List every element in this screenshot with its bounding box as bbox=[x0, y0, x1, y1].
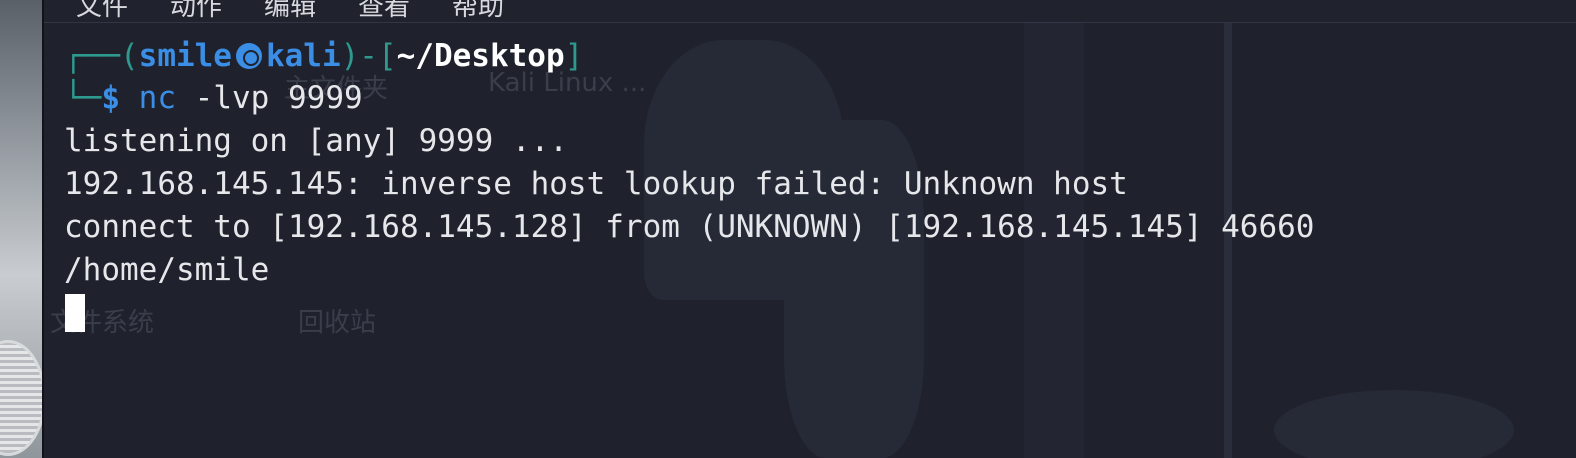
prompt-path: ~/Desktop bbox=[396, 38, 565, 74]
command-args: -lvp 9999 bbox=[194, 80, 363, 116]
menu-bar: 文件 动作 编辑 查看 帮助 bbox=[44, 0, 1576, 23]
prompt-line-2: └─$ nc -lvp 9999 bbox=[64, 78, 363, 118]
menu-help[interactable]: 帮助 bbox=[452, 0, 504, 23]
menu-edit[interactable]: 编辑 bbox=[264, 0, 316, 23]
prompt-line-1: ┌──(smile kali)-[~/Desktop] bbox=[64, 36, 583, 76]
terminal-cursor bbox=[65, 294, 85, 332]
desktop-wallpaper-fan bbox=[0, 340, 46, 456]
desktop-ghost-label: 回收站 bbox=[298, 308, 377, 338]
terminal-window[interactable]: 文件 动作 编辑 查看 帮助 主文件夹 Kali Linux ... 文件系统 … bbox=[42, 0, 1576, 458]
menu-actions[interactable]: 动作 bbox=[170, 0, 222, 23]
prompt-frame-open: ┌──( bbox=[64, 38, 139, 74]
prompt-user: smile bbox=[138, 38, 232, 74]
prompt-frame-down: └─ bbox=[64, 80, 102, 116]
output-line: /home/smile bbox=[64, 252, 270, 288]
prompt-frame-mid: )-[ bbox=[340, 38, 397, 74]
prompt-host: kali bbox=[265, 38, 341, 74]
prompt-symbol: $ bbox=[101, 80, 120, 116]
output-line: connect to [192.168.145.128] from (UNKNO… bbox=[64, 209, 1315, 245]
menu-file[interactable]: 文件 bbox=[76, 0, 128, 23]
prompt-frame-close: ] bbox=[564, 38, 584, 74]
menu-view[interactable]: 查看 bbox=[358, 0, 410, 23]
desktop-background-strip bbox=[0, 0, 46, 458]
kali-icon bbox=[235, 43, 262, 69]
output-line: listening on [any] 9999 ... bbox=[64, 123, 568, 159]
output-line: 192.168.145.145: inverse host lookup fai… bbox=[64, 166, 1128, 202]
command-name: nc bbox=[138, 80, 176, 116]
